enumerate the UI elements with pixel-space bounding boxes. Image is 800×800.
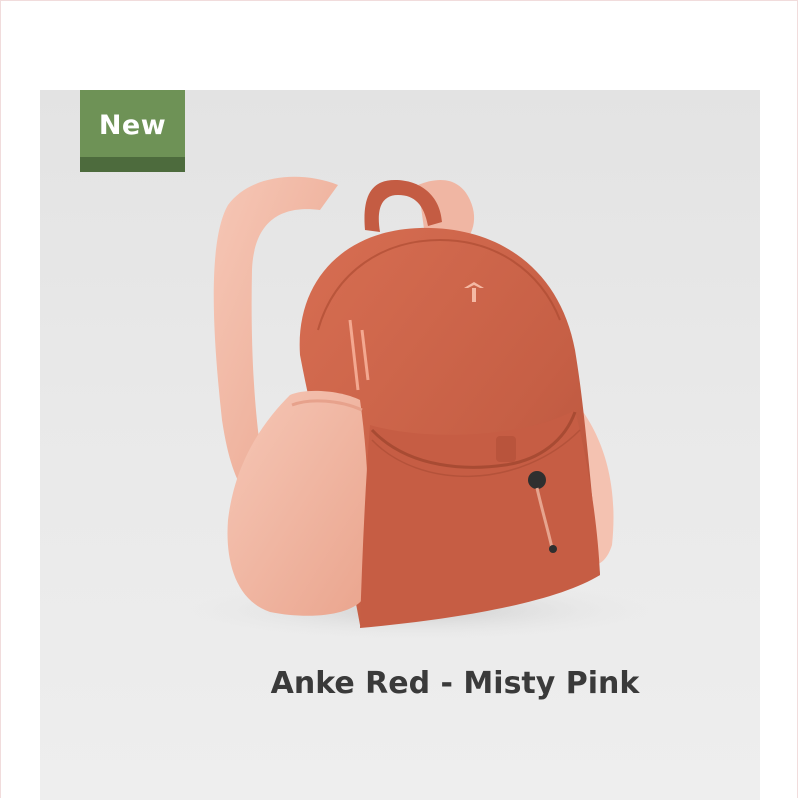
drawcord-toggle <box>528 471 546 489</box>
product-color-name: Anke Red - Misty Pink <box>270 666 640 701</box>
pocket-tab <box>496 436 516 462</box>
new-badge-stripe <box>80 157 185 172</box>
new-badge: New <box>80 90 185 172</box>
new-badge-label: New <box>98 110 167 141</box>
